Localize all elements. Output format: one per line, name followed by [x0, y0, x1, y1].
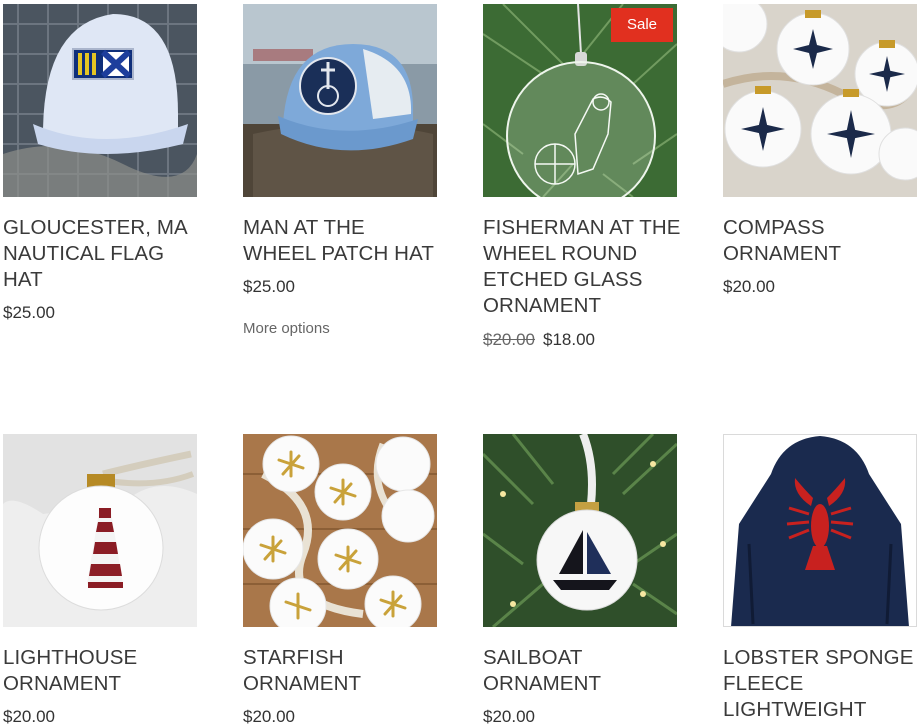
product-price: $20.00 $18.00	[483, 330, 595, 350]
product-title[interactable]: MAN AT THE WHEEL PATCH HAT	[243, 215, 443, 267]
product-image[interactable]: Sale	[483, 4, 677, 197]
product-price: $20.00	[243, 707, 295, 725]
product-title[interactable]: FISHERMAN AT THE WHEEL ROUND ETCHED GLAS…	[483, 215, 683, 319]
product-image[interactable]	[243, 434, 437, 627]
product-image[interactable]	[243, 4, 437, 197]
product-image[interactable]	[723, 434, 917, 627]
more-options-link[interactable]: More options	[243, 320, 330, 337]
product-title[interactable]: SAILBOAT ORNAMENT	[483, 645, 683, 697]
sailboat-ornament-icon	[483, 434, 677, 627]
blue-cap-with-man-at-wheel-patch-icon	[243, 4, 437, 197]
sale-badge: Sale	[611, 8, 673, 42]
product-price: $20.00	[3, 707, 55, 725]
product-image[interactable]	[483, 434, 677, 627]
original-price: $20.00	[483, 330, 535, 349]
product-price: $25.00	[3, 303, 55, 322]
product-image[interactable]	[3, 4, 197, 197]
product-price: $20.00	[723, 277, 775, 296]
product-image[interactable]	[723, 4, 917, 197]
white-cap-with-flag-patch-icon	[3, 4, 197, 197]
product-image[interactable]	[3, 434, 197, 627]
navy-lobster-hoodie-icon	[723, 434, 917, 627]
starfish-ornaments-icon	[243, 434, 437, 627]
product-price: $20.00	[483, 707, 535, 725]
product-title[interactable]: LIGHTHOUSE ORNAMENT	[3, 645, 203, 697]
product-title[interactable]: STARFISH ORNAMENT	[243, 645, 443, 697]
lighthouse-ornament-icon	[3, 434, 197, 627]
product-title[interactable]: GLOUCESTER, MA NAUTICAL FLAG HAT	[3, 215, 203, 293]
product-price: $25.00	[243, 277, 295, 296]
product-title[interactable]: LOBSTER SPONGE FLEECE LIGHTWEIGHT	[723, 645, 920, 723]
sale-price: $18.00	[543, 330, 595, 349]
compass-ornaments-icon	[723, 4, 917, 197]
product-title[interactable]: COMPASS ORNAMENT	[723, 215, 920, 267]
